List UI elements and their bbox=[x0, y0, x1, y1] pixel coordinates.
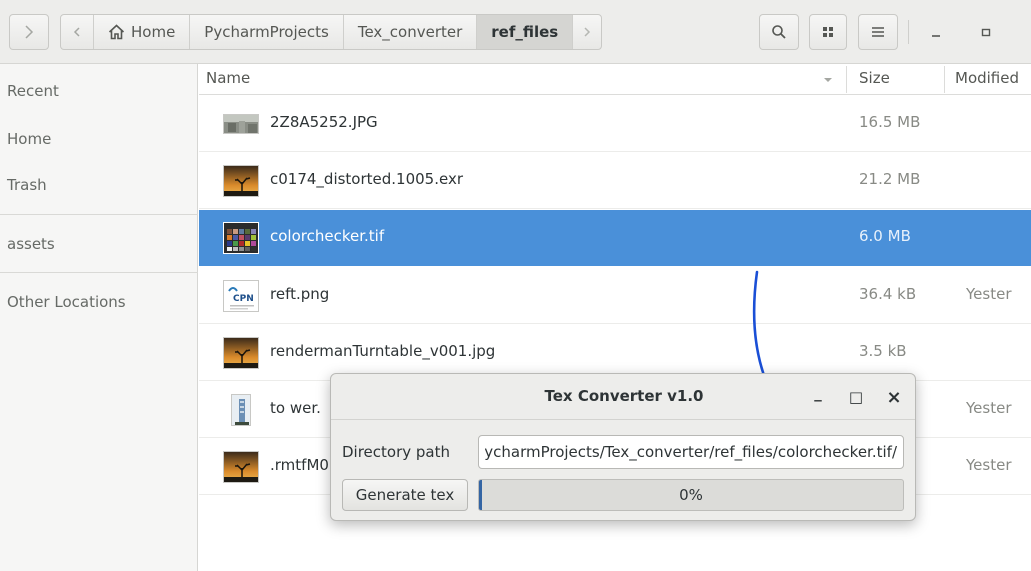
breadcrumb-tex-converter[interactable]: Tex_converter bbox=[344, 15, 478, 49]
file-name: 2Z8A5252.JPG bbox=[270, 113, 378, 131]
file-row[interactable]: CPN reft.png 36.4 kB Yester bbox=[199, 268, 1031, 324]
image-thumbnail bbox=[223, 451, 259, 483]
breadcrumb-label: PycharmProjects bbox=[204, 23, 329, 41]
column-header-name[interactable]: Name bbox=[206, 69, 250, 87]
sidebar-item-assets[interactable]: assets bbox=[0, 221, 198, 267]
file-size: 21.2 MB bbox=[859, 170, 921, 188]
home-icon bbox=[108, 24, 125, 40]
file-name: colorchecker.tif bbox=[270, 227, 385, 245]
view-toggle-button[interactable] bbox=[809, 14, 847, 50]
image-thumbnail bbox=[223, 337, 259, 369]
file-size: 36.4 kB bbox=[859, 285, 917, 303]
file-modified: Yester bbox=[966, 399, 1012, 417]
sidebar-item-trash[interactable]: Trash bbox=[0, 162, 198, 208]
dialog-minimize-button[interactable]: _ bbox=[805, 380, 831, 406]
sidebar-item-recent[interactable]: Recent bbox=[0, 68, 198, 114]
sidebar-item-label: Recent bbox=[7, 82, 59, 100]
sidebar-item-other-locations[interactable]: Other Locations bbox=[0, 279, 198, 325]
search-button[interactable] bbox=[759, 14, 799, 50]
hamburger-menu-icon bbox=[872, 27, 884, 37]
file-size: 6.0 MB bbox=[859, 227, 911, 245]
sidebar-separator bbox=[0, 272, 198, 273]
file-name: rendermanTurntable_v001.jpg bbox=[270, 342, 496, 360]
file-size: 3.5 kB bbox=[859, 342, 907, 360]
file-row-selected[interactable]: colorchecker.tif 6.0 MB bbox=[199, 210, 1031, 266]
directory-path-input[interactable] bbox=[478, 435, 904, 469]
breadcrumb-label: ref_files bbox=[491, 23, 559, 41]
file-name: to wer. bbox=[270, 399, 321, 417]
image-thumbnail bbox=[223, 165, 259, 197]
chevron-left-icon bbox=[73, 27, 80, 37]
minimize-icon bbox=[932, 35, 940, 37]
breadcrumb-home-label: Home bbox=[131, 23, 176, 41]
progress-text: 0% bbox=[679, 486, 703, 504]
breadcrumb-label: Tex_converter bbox=[357, 23, 463, 41]
image-thumbnail bbox=[223, 114, 259, 134]
minimize-icon: _ bbox=[814, 384, 822, 402]
forward-button[interactable] bbox=[9, 14, 49, 50]
directory-path-label: Directory path bbox=[342, 443, 451, 461]
breadcrumb-home[interactable]: Home bbox=[94, 15, 191, 49]
header-bar: Home PycharmProjects Tex_converter ref_f… bbox=[0, 0, 1031, 64]
toolbar-divider bbox=[908, 20, 909, 44]
file-row[interactable]: c0174_distorted.1005.exr 21.2 MB bbox=[199, 153, 1031, 209]
file-row[interactable]: 2Z8A5252.JPG 16.5 MB bbox=[199, 96, 1031, 152]
chevron-right-icon bbox=[584, 27, 591, 37]
column-divider[interactable] bbox=[846, 66, 847, 93]
file-list-header: Name Size Modified bbox=[199, 64, 1031, 95]
progress-bar: 0% bbox=[478, 479, 904, 511]
image-thumbnail: CPN bbox=[223, 280, 259, 312]
dialog-maximize-button[interactable]: □ bbox=[843, 384, 869, 410]
sidebar-separator bbox=[0, 214, 198, 215]
breadcrumb: Home PycharmProjects Tex_converter ref_f… bbox=[60, 14, 603, 50]
svg-text:CPN: CPN bbox=[233, 294, 254, 304]
column-divider[interactable] bbox=[944, 66, 945, 93]
back-button[interactable] bbox=[61, 15, 94, 49]
chevron-right-icon bbox=[25, 25, 34, 39]
sidebar-item-home[interactable]: Home bbox=[0, 116, 198, 162]
file-modified: Yester bbox=[966, 285, 1012, 303]
file-name: reft.png bbox=[270, 285, 330, 303]
grid-view-icon bbox=[823, 27, 833, 37]
breadcrumb-pycharmprojects[interactable]: PycharmProjects bbox=[190, 15, 344, 49]
maximize-button[interactable] bbox=[968, 14, 1004, 50]
image-thumbnail bbox=[231, 394, 251, 426]
file-modified: Yester bbox=[966, 456, 1012, 474]
file-name: .rmtfM0 bbox=[270, 456, 329, 474]
sidebar-item-label: Other Locations bbox=[7, 293, 126, 311]
column-header-size[interactable]: Size bbox=[859, 69, 890, 87]
minimize-button[interactable] bbox=[918, 14, 954, 50]
sort-down-icon[interactable] bbox=[823, 77, 833, 83]
file-name: c0174_distorted.1005.exr bbox=[270, 170, 464, 188]
image-thumbnail bbox=[223, 222, 259, 254]
generate-tex-button[interactable]: Generate tex bbox=[342, 479, 468, 511]
menu-button[interactable] bbox=[858, 14, 898, 50]
sidebar-item-label: Trash bbox=[7, 176, 47, 194]
sidebar: Recent Home Trash assets Other Locations bbox=[0, 64, 198, 571]
breadcrumb-forward-button[interactable] bbox=[573, 15, 601, 49]
maximize-icon: □ bbox=[848, 388, 864, 406]
breadcrumb-ref-files[interactable]: ref_files bbox=[477, 15, 574, 49]
sidebar-item-label: Home bbox=[7, 130, 52, 148]
sidebar-item-label: assets bbox=[7, 235, 55, 253]
tex-converter-dialog: Tex Converter v1.0 _ □ × Directory path … bbox=[330, 373, 916, 521]
file-size: 16.5 MB bbox=[859, 113, 921, 131]
search-icon bbox=[772, 25, 786, 39]
column-header-modified[interactable]: Modified bbox=[955, 69, 1019, 87]
maximize-icon bbox=[981, 28, 991, 37]
close-icon: × bbox=[886, 386, 902, 408]
dialog-close-button[interactable]: × bbox=[881, 384, 907, 410]
dialog-titlebar[interactable]: Tex Converter v1.0 _ □ × bbox=[331, 374, 915, 420]
